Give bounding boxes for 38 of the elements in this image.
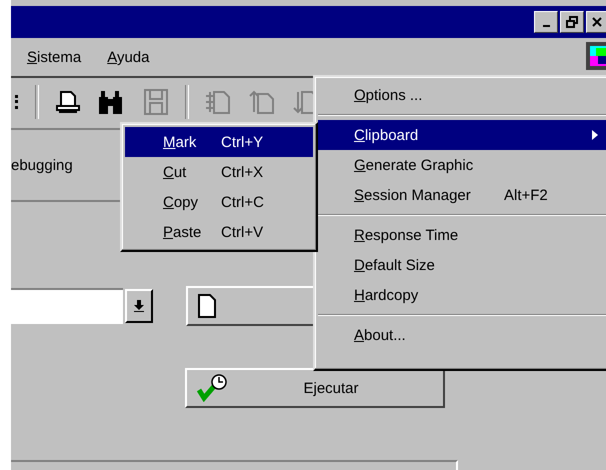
document-icon — [198, 294, 216, 318]
minimize-button[interactable] — [534, 11, 558, 33]
shortcut-label: Ctrl+X — [221, 164, 264, 180]
menu-item[interactable]: Response Time — [318, 220, 606, 250]
submenu-arrow-icon — [592, 130, 598, 140]
menu-item[interactable]: Default Size — [318, 250, 606, 280]
menu-item[interactable]: Options ... — [318, 80, 606, 110]
check-clock-icon — [197, 374, 229, 402]
minimize-icon — [542, 25, 550, 27]
menu-item[interactable]: Mark Ctrl+Y — [125, 127, 313, 157]
restore-icon — [566, 16, 578, 28]
close-button[interactable] — [586, 11, 606, 33]
down-arrow-icon — [133, 300, 145, 312]
toolbar-grip — [15, 95, 21, 109]
close-icon — [590, 16, 602, 28]
menu-item[interactable]: Copy Ctrl+C — [125, 187, 313, 217]
run-button[interactable]: Ejecutar — [185, 368, 445, 408]
dropdown-button[interactable] — [125, 289, 153, 323]
tab[interactable]: ebugging — [11, 156, 73, 174]
menu-item[interactable]: Generate Graphic — [318, 150, 606, 180]
menu-item[interactable]: About... — [318, 320, 606, 350]
printer-icon — [56, 90, 80, 114]
menu-bar-item[interactable]: Sistema — [25, 46, 84, 68]
menu-bar-item[interactable]: Ayuda — [105, 46, 152, 68]
shortcut-label: Ctrl+Y — [221, 134, 264, 150]
page-up-arrow-icon — [248, 88, 276, 116]
restore-button[interactable] — [560, 11, 584, 33]
menu-item[interactable]: Session Manager Alt+F2 — [318, 180, 606, 210]
page-arrow-icon — [204, 88, 232, 116]
menu-item[interactable]: Paste Ctrl+V — [125, 217, 313, 247]
color-palette-icon — [586, 42, 606, 70]
shortcut-label: Ctrl+C — [221, 194, 264, 210]
shortcut-label: Alt+F2 — [504, 186, 548, 204]
combo-field[interactable] — [11, 288, 123, 324]
menu-item[interactable]: Hardcopy — [318, 280, 606, 310]
menu-item[interactable]: Cut Ctrl+X — [125, 157, 313, 187]
shortcut-label: Ctrl+V — [221, 224, 264, 240]
menu-item[interactable]: Clipboard — [318, 120, 606, 150]
